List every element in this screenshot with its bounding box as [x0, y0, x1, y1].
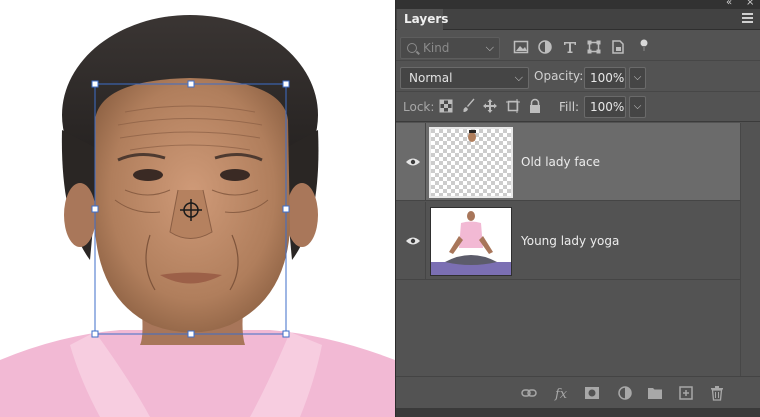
- search-icon: [407, 43, 417, 53]
- panel-bottom-strip: [396, 408, 760, 417]
- blend-mode-select[interactable]: Normal ⌵: [400, 67, 529, 89]
- fill-dropdown-arrow[interactable]: ⌵: [629, 96, 646, 118]
- visibility-cell[interactable]: [396, 123, 426, 201]
- lock-position-icon[interactable]: [482, 98, 498, 114]
- trash-icon[interactable]: [709, 385, 725, 401]
- adjustment-layer-icon[interactable]: [617, 385, 633, 401]
- layers-list: Old lady face Young lady yoga: [396, 123, 760, 376]
- close-panel-icon[interactable]: ×: [746, 0, 754, 9]
- group-folder-icon[interactable]: [647, 385, 663, 401]
- filter-toggle-icon[interactable]: [636, 37, 652, 53]
- add-mask-icon[interactable]: [584, 385, 600, 401]
- layer-row-old-lady-face[interactable]: Old lady face: [396, 123, 741, 201]
- opacity-input[interactable]: 100%: [584, 67, 626, 89]
- lock-transparent-pixels-icon[interactable]: [438, 98, 454, 114]
- document-canvas[interactable]: [0, 0, 395, 417]
- svg-text:fx: fx: [554, 387, 568, 401]
- shape-filter-icon[interactable]: [586, 39, 602, 55]
- panel-menu-icon[interactable]: [742, 13, 753, 24]
- new-layer-icon[interactable]: [678, 385, 694, 401]
- layers-scrollbar[interactable]: [740, 123, 760, 376]
- fx-icon[interactable]: fx: [554, 385, 570, 401]
- panel-tab-bar: Layers: [396, 9, 760, 30]
- opacity-dropdown-arrow[interactable]: ⌵: [629, 67, 646, 89]
- lock-artboard-icon[interactable]: [505, 98, 521, 114]
- layer-row-young-lady-yoga[interactable]: Young lady yoga: [396, 202, 741, 280]
- lock-label: Lock:: [403, 100, 435, 114]
- eye-icon[interactable]: [405, 157, 421, 167]
- tab-layers[interactable]: Layers: [397, 9, 448, 30]
- link-layers-icon[interactable]: [521, 385, 537, 401]
- layer-thumbnail[interactable]: [429, 127, 513, 198]
- fill-label: Fill:: [559, 100, 580, 114]
- eye-icon[interactable]: [405, 236, 421, 246]
- layer-filter-row: Kind ⌵: [396, 31, 760, 61]
- pixel-layer-filter-icon[interactable]: [513, 39, 529, 55]
- lock-image-pixels-icon[interactable]: [461, 98, 477, 114]
- yoga-thumbnail-image: [431, 208, 511, 275]
- visibility-cell[interactable]: [396, 202, 426, 280]
- filter-kind-label: Kind: [423, 41, 450, 55]
- adjustment-filter-icon[interactable]: [537, 39, 553, 55]
- layers-footer-toolbar: fx: [396, 376, 760, 408]
- layer-name[interactable]: Young lady yoga: [521, 234, 619, 248]
- layer-thumbnail[interactable]: [430, 207, 512, 276]
- canvas-artwork: [0, 15, 395, 417]
- panel-top-strip: « ×: [396, 0, 760, 9]
- blend-mode-value: Normal: [409, 71, 453, 85]
- transparency-thumbnail-image: [431, 129, 511, 196]
- lock-row: Lock: Fill: 100% ⌵: [396, 92, 760, 122]
- opacity-label: Opacity:: [534, 69, 584, 83]
- collapse-panel-icon[interactable]: «: [726, 0, 732, 9]
- layers-panel: « × Layers Kind ⌵ Normal ⌵ Opacity: 100%…: [395, 0, 760, 417]
- filter-kind-select[interactable]: Kind ⌵: [400, 37, 500, 59]
- chevron-down-icon: ⌵: [514, 71, 523, 84]
- smart-object-filter-icon[interactable]: [610, 39, 626, 55]
- layer-name[interactable]: Old lady face: [521, 155, 600, 169]
- lock-all-icon[interactable]: [527, 98, 543, 114]
- type-filter-icon[interactable]: [562, 39, 578, 55]
- chevron-down-icon: ⌵: [485, 41, 494, 54]
- fill-input[interactable]: 100%: [584, 96, 626, 118]
- blend-row: Normal ⌵ Opacity: 100% ⌵: [396, 62, 760, 92]
